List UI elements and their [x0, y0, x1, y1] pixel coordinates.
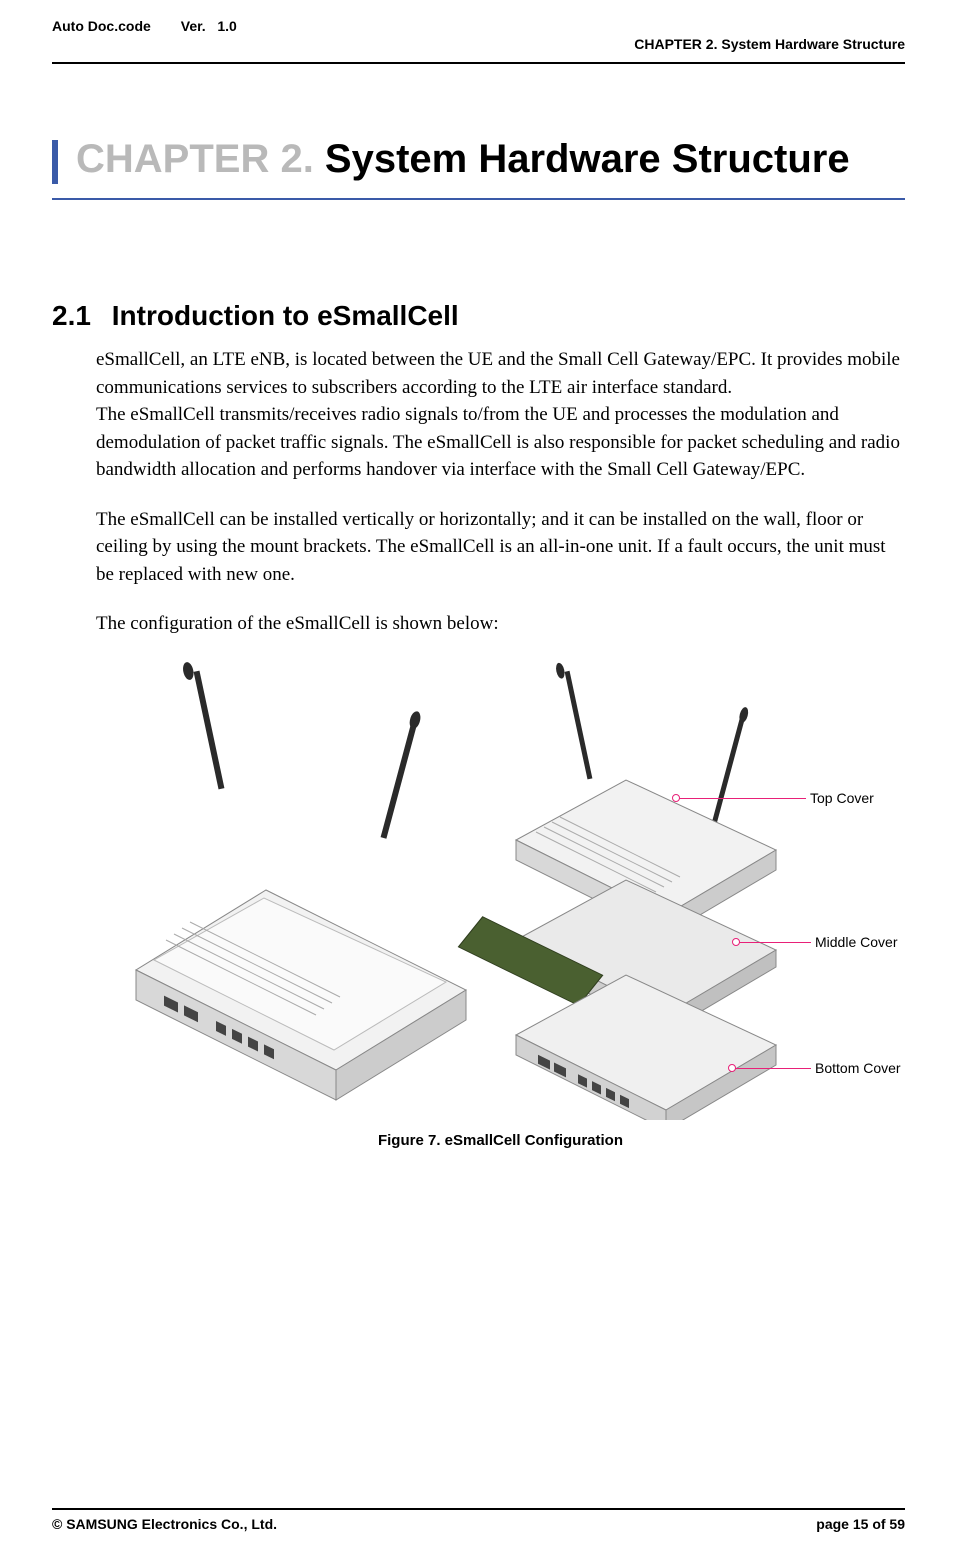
- callout-dot-bottom: [728, 1064, 736, 1072]
- paragraph-1b: The eSmallCell transmits/receives radio …: [96, 404, 900, 480]
- callout-line-top: [676, 798, 806, 799]
- section-2-1: 2.1 Introduction to eSmallCell eSmallCel…: [96, 300, 905, 1149]
- paragraph-3: The configuration of the eSmallCell is s…: [96, 610, 905, 638]
- chapter-title-block: CHAPTER 2. System Hardware Structure: [52, 134, 905, 184]
- page-footer: © SAMSUNG Electronics Co., Ltd. page 15 …: [52, 1508, 905, 1532]
- callout-top-cover: Top Cover: [810, 790, 874, 806]
- ver-label: Ver.: [181, 18, 206, 34]
- section-heading: 2.1 Introduction to eSmallCell: [52, 300, 905, 332]
- callout-dot-middle: [732, 938, 740, 946]
- callout-dot-top: [672, 794, 680, 802]
- chapter-accent-bar: [52, 140, 58, 184]
- figure-caption: Figure 7. eSmallCell Configuration: [96, 1132, 905, 1149]
- figure-7: Top Cover Middle Cover Bottom Cover: [96, 660, 905, 1120]
- callout-middle-cover: Middle Cover: [815, 934, 897, 950]
- header-running-title: CHAPTER 2. System Hardware Structure: [634, 36, 905, 52]
- page-header: Auto Doc.code Ver. 1.0 CHAPTER 2. System…: [52, 18, 905, 52]
- callout-bottom-cover: Bottom Cover: [815, 1060, 901, 1076]
- paragraph-2: The eSmallCell can be installed vertical…: [96, 506, 905, 589]
- callout-line-bottom: [732, 1068, 811, 1069]
- callout-line-middle: [736, 942, 811, 943]
- chapter-title: CHAPTER 2. System Hardware Structure: [76, 134, 850, 184]
- section-title: Introduction to eSmallCell: [112, 300, 459, 331]
- chapter-rule: [52, 198, 905, 200]
- paragraph-1: eSmallCell, an LTE eNB, is located betwe…: [96, 346, 905, 484]
- chapter-prefix: CHAPTER 2.: [76, 137, 314, 181]
- ver-value: 1.0: [217, 18, 236, 34]
- ver-group: Ver. 1.0: [181, 18, 237, 34]
- footer-rule: [52, 1508, 905, 1510]
- paragraph-1a: eSmallCell, an LTE eNB, is located betwe…: [96, 349, 900, 398]
- footer-copyright: © SAMSUNG Electronics Co., Ltd.: [52, 1516, 277, 1532]
- footer-page: page 15 of 59: [816, 1516, 905, 1532]
- header-rule: [52, 62, 905, 64]
- chapter-title-text: System Hardware Structure: [314, 137, 850, 181]
- doc-code-label: Auto Doc.code: [52, 18, 151, 34]
- section-number: 2.1: [52, 300, 104, 332]
- header-left: Auto Doc.code Ver. 1.0: [52, 18, 237, 34]
- device-illustration: [96, 660, 906, 1120]
